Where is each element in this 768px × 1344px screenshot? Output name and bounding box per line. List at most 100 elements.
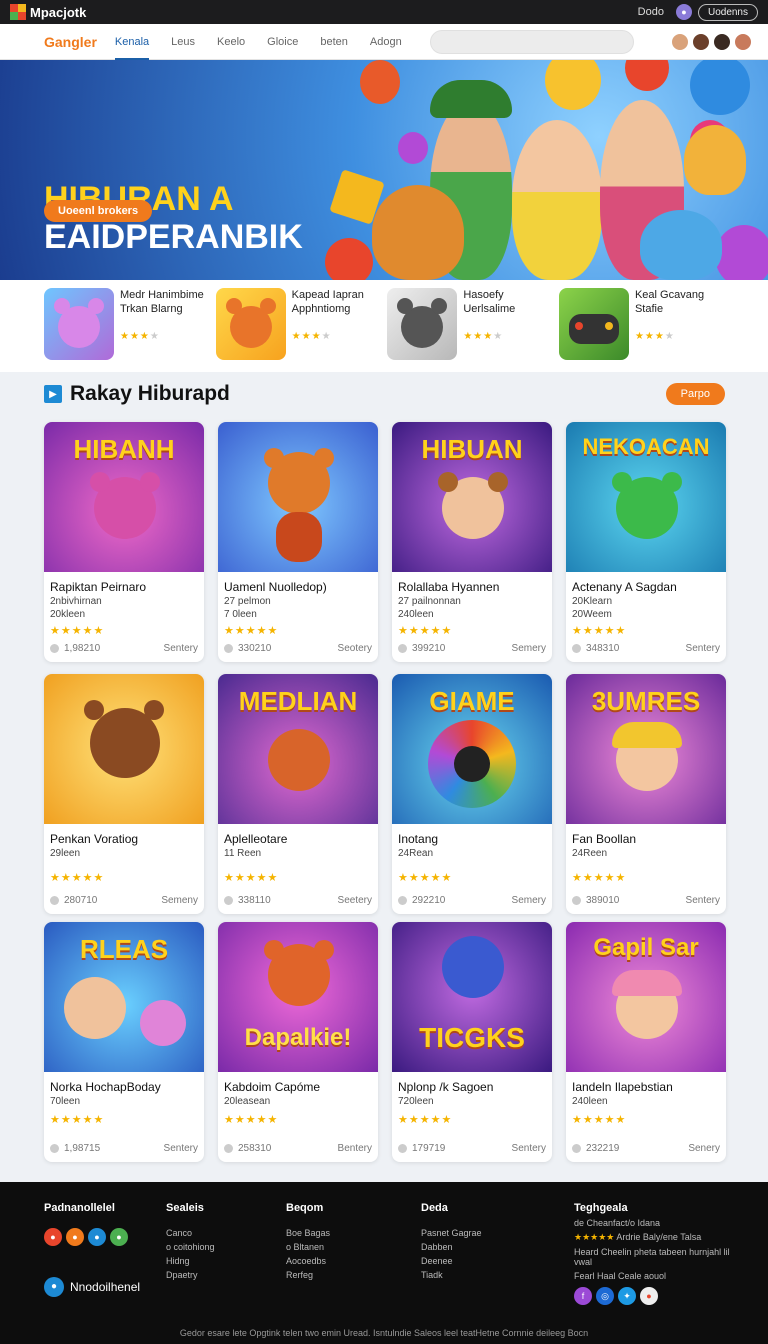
featured-item[interactable]: Keal Gcavang Stafie ★★★★ — [558, 288, 724, 364]
contact-line: Heard Cheelin pheta tabeen hurnjahl lil … — [574, 1247, 730, 1267]
contact-line: de Cheanfact/o Idana — [574, 1218, 661, 1228]
star-rating-icon: ★★★★★ — [224, 625, 279, 637]
featured-item[interactable]: Kapead Iapran Apphntiomg ★★★★ — [215, 288, 381, 364]
nav-tab[interactable]: Adogn — [370, 24, 402, 60]
featured-title: Kapead Iapran Apphntiomg — [291, 289, 364, 315]
game-card[interactable]: Uamenl Nuolledop) 27 pelmon 7 0leen ★★★★… — [218, 422, 378, 662]
character-illustration — [442, 936, 504, 998]
footer-link[interactable]: o Bltanen — [286, 1242, 330, 1252]
footer-link[interactable]: Dpaetry — [166, 1270, 215, 1280]
footer-link[interactable]: Tiadk — [421, 1270, 482, 1280]
featured-item[interactable]: Medr Hanimbime Trkan Blarng ★★★★ — [44, 288, 209, 364]
nav-tab[interactable]: Gloice — [267, 24, 298, 60]
nav-tab[interactable]: Leus — [171, 24, 195, 60]
game-card[interactable]: HIBANH Rapiktan Peirnaro 2nbivhirnan 20k… — [44, 422, 204, 662]
footer-brand[interactable]: ● Nnodoilhenel — [44, 1277, 140, 1297]
player-icon — [224, 1144, 233, 1153]
thumbnail-text: NEKOACAN — [582, 434, 710, 459]
player-icon — [572, 644, 581, 653]
footer-link[interactable]: Aocoedbs — [286, 1256, 330, 1266]
nav-tab[interactable]: Kenala — [114, 24, 150, 60]
user-avatar-icon[interactable]: ● — [675, 4, 692, 20]
top-action-button[interactable]: Uodenns — [697, 3, 758, 21]
character-illustration — [268, 729, 330, 791]
avatar[interactable] — [692, 32, 710, 51]
bear-ear — [488, 472, 508, 492]
featured-thumbnail — [558, 288, 629, 360]
social-icon[interactable]: ● — [640, 1287, 658, 1305]
avatar[interactable] — [671, 32, 689, 51]
game-title: Inotang — [398, 832, 439, 846]
social-icon[interactable]: ● — [44, 1228, 62, 1246]
game-card[interactable]: 3UMRES Fan Boollan 24Reen ★★★★★ 389010 S… — [566, 674, 726, 914]
social-icon[interactable]: ● — [66, 1228, 84, 1246]
footer-link[interactable]: Deenee — [421, 1256, 482, 1266]
thumbnail-text: HIBUAN — [421, 434, 523, 464]
social-icon[interactable]: ◎ — [596, 1287, 614, 1305]
nav-tab[interactable]: Keelo — [217, 24, 245, 60]
game-thumbnail: RLEAS — [44, 922, 204, 1072]
game-subtitle: 27 pelmon — [224, 596, 271, 607]
game-count: 292210 — [412, 895, 446, 906]
game-card[interactable]: Dapalkie! Kabdoim Capóme 20leasean ★★★★★… — [218, 922, 378, 1162]
game-title: Iandeln Ilapebstian — [572, 1080, 673, 1094]
social-icon[interactable]: f — [574, 1287, 592, 1305]
top-link[interactable]: Dodo — [638, 6, 664, 18]
footer-link[interactable]: Dabben — [421, 1242, 482, 1252]
game-thumbnail: Gapil Sar — [566, 922, 726, 1072]
player-icon — [224, 644, 233, 653]
bear-ear — [662, 472, 682, 492]
thumbnail-text: HIBANH — [73, 434, 175, 464]
brand-logo-icon: ● — [44, 1277, 64, 1297]
game-card[interactable]: Penkan Voratiog 29leen ★★★★★ 280710 Seme… — [44, 674, 204, 914]
game-title: Rolallaba Hyannen — [398, 580, 500, 594]
social-icon[interactable]: ● — [110, 1228, 128, 1246]
game-thumbnail: 3UMRES — [566, 674, 726, 824]
balloon-illustration — [360, 60, 400, 104]
hair — [612, 970, 682, 996]
game-card[interactable]: RLEAS Norka HochapBoday 70leen ★★★★★ 1,9… — [44, 922, 204, 1162]
contact-line: Ardrie Baly/ene Talsa — [616, 1232, 702, 1242]
star-rating-icon: ★★★★★ — [398, 625, 453, 637]
balloon-illustration — [715, 225, 768, 280]
game-title: Norka HochapBoday — [50, 1080, 161, 1094]
twitter-icon[interactable]: ✦ — [618, 1287, 636, 1305]
footer-link[interactable]: Pasnet Gagrae — [421, 1228, 482, 1238]
footer-column-title: Teghgeala — [574, 1202, 628, 1214]
game-card[interactable]: HIBUAN Rolallaba Hyannen 27 pailnonnan 2… — [392, 422, 552, 662]
game-card[interactable]: MEDLIAN Aplelleotare 11 Reen ★★★★★ 33811… — [218, 674, 378, 914]
hero-cta-button[interactable]: Uoeenl brokers — [44, 200, 153, 222]
featured-item[interactable]: Hasoefy Uerlsalime ★★★★ — [387, 288, 552, 364]
game-foot-label: Semery — [511, 643, 546, 654]
footer-link[interactable]: Canco — [166, 1228, 215, 1238]
section-header: ▶ Rakay Hiburapd Parpo — [44, 380, 725, 408]
game-subtitle: 720leen — [398, 1096, 434, 1107]
hero-title-line2: EAIDPERANBIK — [44, 218, 303, 256]
bear-ear — [140, 472, 160, 492]
avatar[interactable] — [713, 32, 731, 51]
game-title: Uamenl Nuolledop) — [224, 580, 327, 594]
avatar[interactable] — [734, 32, 752, 51]
footer-link[interactable]: Boe Bagas — [286, 1228, 330, 1238]
featured-title: Keal Gcavang Stafie — [634, 289, 705, 315]
footer-link[interactable]: Hidng — [166, 1256, 215, 1266]
balloon-illustration — [325, 238, 373, 280]
bear-body — [276, 512, 322, 562]
game-card[interactable]: NEKOACAN Actenany A Sagdan 20Klearn 20We… — [566, 422, 726, 662]
footer-link[interactable]: Rerfeg — [286, 1270, 330, 1280]
nav-tab[interactable]: beten — [320, 24, 348, 60]
social-icon[interactable]: ● — [88, 1228, 106, 1246]
site-logo[interactable]: Gangler — [44, 34, 97, 50]
copyright: Gedor esare lete Opgtink telen two emin … — [179, 1328, 589, 1338]
footer-contact-column: Teghgeala de Cheanfact/o Idana ★★★★★ Ard… — [574, 1202, 734, 1305]
footer-link[interactable]: o coitohiong — [166, 1242, 215, 1252]
section-more-button[interactable]: Parpo — [665, 383, 725, 405]
search-input[interactable] — [429, 29, 634, 54]
game-card[interactable]: TICGKS Nplonp /k Sagoen 720leen ★★★★★ 17… — [392, 922, 552, 1162]
brand-name[interactable]: Mpacjotk — [30, 5, 86, 20]
game-card[interactable]: Gapil Sar Iandeln Ilapebstian 240leen ★★… — [566, 922, 726, 1162]
game-card[interactable]: GIAME Inotang 24Rean ★★★★★ 292210 Semery — [392, 674, 552, 914]
thumbnail-text: RLEAS — [79, 934, 169, 964]
game-count: 258310 — [238, 1143, 272, 1154]
game-subtitle: 24Reen — [572, 848, 608, 859]
